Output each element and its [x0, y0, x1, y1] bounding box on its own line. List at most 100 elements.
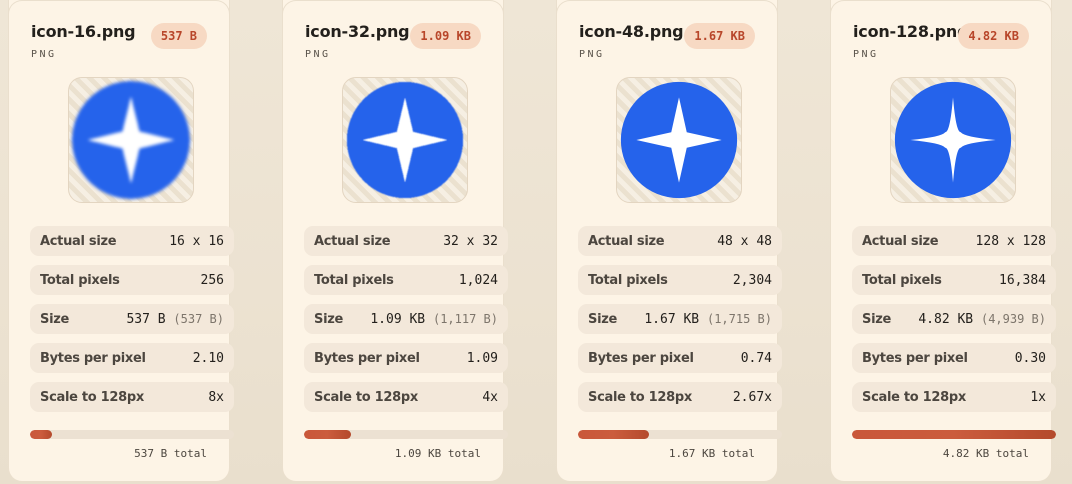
stat-value: 4.82 KB (4,939 B): [918, 312, 1046, 327]
stat-actual-size: Actual size 48 x 48: [578, 226, 782, 256]
size-main: 537 B: [126, 311, 166, 327]
size-bytes: (1,117 B): [432, 311, 498, 326]
stat-value: 2,304: [732, 272, 772, 288]
size-progress-bar: [304, 430, 508, 439]
size-progress-fill: [30, 430, 53, 439]
stat-label: Total pixels: [588, 272, 668, 288]
stat-total-pixels: Total pixels 256: [30, 265, 234, 295]
stat-actual-size: Actual size 32 x 32: [304, 226, 508, 256]
stat-value: 128 x 128: [975, 233, 1046, 249]
stat-scale: Scale to 128px 1x: [852, 382, 1056, 412]
stat-label: Actual size: [588, 233, 665, 249]
stat-size: Size 1.67 KB (1,715 B): [578, 304, 782, 334]
compass-star-icon: [346, 81, 464, 199]
file-size-badge: 1.67 KB: [684, 23, 755, 49]
file-size-badge: 537 B: [150, 23, 207, 49]
size-bytes: (1,715 B): [706, 311, 772, 326]
stat-total-pixels: Total pixels 16,384: [852, 265, 1056, 295]
stat-bytes-per-pixel: Bytes per pixel 2.10: [30, 343, 234, 373]
size-progress-fill: [304, 430, 351, 439]
stat-label: Size: [862, 311, 892, 327]
stat-label: Scale to 128px: [588, 389, 692, 405]
stat-actual-size: Actual size 16 x 16: [30, 226, 234, 256]
icon-preview: [342, 77, 468, 203]
stat-value: 1,024: [458, 272, 498, 288]
stat-size: Size 1.09 KB (1,117 B): [304, 304, 508, 334]
stat-size: Size 537 B (537 B): [30, 304, 234, 334]
stat-label: Size: [40, 311, 70, 327]
stat-scale: Scale to 128px 2.67x: [578, 382, 782, 412]
stat-value: 256: [200, 272, 224, 288]
stat-label: Total pixels: [862, 272, 942, 288]
stat-label: Actual size: [314, 233, 391, 249]
size-bytes: (4,939 B): [980, 311, 1046, 326]
stat-value: 8x: [208, 389, 224, 405]
stat-label: Scale to 128px: [314, 389, 418, 405]
stat-scale: Scale to 128px 8x: [30, 382, 234, 412]
stat-label: Bytes per pixel: [314, 350, 420, 366]
card-format: PNG: [305, 49, 331, 60]
size-total: 4.82 KB total: [942, 447, 1029, 460]
compass-star-icon: [72, 81, 190, 199]
stat-label: Actual size: [862, 233, 939, 249]
icon-preview: [616, 77, 742, 203]
size-progress-fill: [578, 430, 650, 439]
compass-star-icon: [894, 81, 1012, 199]
stat-scale: Scale to 128px 4x: [304, 382, 508, 412]
stat-value: 2.10: [192, 350, 224, 366]
stat-value: 1.09: [466, 350, 498, 366]
stat-label: Scale to 128px: [40, 389, 144, 405]
stat-value: 4x: [482, 389, 498, 405]
stat-total-pixels: Total pixels 2,304: [578, 265, 782, 295]
size-total: 1.09 KB total: [394, 447, 481, 460]
stat-value: 48 x 48: [717, 233, 772, 249]
stat-label: Size: [314, 311, 344, 327]
size-progress-bar: [852, 430, 1056, 439]
icon-preview: [68, 77, 194, 203]
stat-label: Total pixels: [314, 272, 394, 288]
stat-value: 32 x 32: [443, 233, 498, 249]
stat-label: Bytes per pixel: [588, 350, 694, 366]
stat-label: Size: [588, 311, 618, 327]
card-format: PNG: [579, 49, 605, 60]
stat-bytes-per-pixel: Bytes per pixel 0.74: [578, 343, 782, 373]
stat-value: 2.67x: [732, 389, 772, 405]
size-total: 537 B total: [134, 447, 207, 460]
icon-card-16: icon-16.png PNG 537 B Actual size 16 x 1…: [8, 0, 234, 482]
file-size-badge: 1.09 KB: [410, 23, 481, 49]
stat-label: Actual size: [40, 233, 117, 249]
size-total: 1.67 KB total: [668, 447, 755, 460]
size-main: 4.82 KB: [918, 311, 974, 327]
stat-value: 0.30: [1014, 350, 1046, 366]
size-progress-bar: [30, 430, 234, 439]
size-main: 1.09 KB: [370, 311, 426, 327]
stat-label: Bytes per pixel: [862, 350, 968, 366]
stat-label: Total pixels: [40, 272, 120, 288]
stat-actual-size: Actual size 128 x 128: [852, 226, 1056, 256]
stat-value: 1x: [1030, 389, 1046, 405]
stat-value: 537 B (537 B): [126, 312, 224, 327]
card-format: PNG: [31, 49, 57, 60]
card-filename: icon-16.png: [31, 22, 136, 41]
stat-label: Bytes per pixel: [40, 350, 146, 366]
compass-star-icon: [620, 81, 738, 199]
card-filename: icon-48.png: [579, 22, 684, 41]
card-filename: icon-128.png: [853, 22, 969, 41]
stat-total-pixels: Total pixels 1,024: [304, 265, 508, 295]
stat-value: 16,384: [999, 272, 1046, 288]
card-format: PNG: [853, 49, 879, 60]
stat-label: Scale to 128px: [862, 389, 966, 405]
size-main: 1.67 KB: [644, 311, 700, 327]
card-filename: icon-32.png: [305, 22, 410, 41]
stat-size: Size 4.82 KB (4,939 B): [852, 304, 1056, 334]
size-progress-fill: [852, 430, 1056, 439]
icon-card-48: icon-48.png PNG 1.67 KB Actual size 48 x…: [556, 0, 782, 482]
size-bytes: (537 B): [173, 311, 224, 326]
icon-card-128: icon-128.png PNG 4.82 KB Actual size 128…: [830, 0, 1056, 482]
stat-value: 0.74: [740, 350, 772, 366]
icon-card-32: icon-32.png PNG 1.09 KB Actual size 32 x…: [282, 0, 508, 482]
stat-value: 1.09 KB (1,117 B): [370, 312, 498, 327]
size-progress-bar: [578, 430, 782, 439]
stat-bytes-per-pixel: Bytes per pixel 0.30: [852, 343, 1056, 373]
stat-bytes-per-pixel: Bytes per pixel 1.09: [304, 343, 508, 373]
